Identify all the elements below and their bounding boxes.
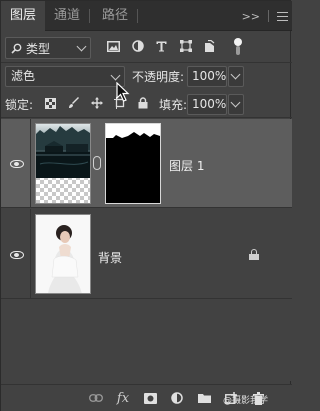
tab-divider bbox=[137, 9, 138, 23]
landscape-image bbox=[36, 124, 90, 178]
layer-thumbnail[interactable] bbox=[35, 214, 91, 294]
layers-panel: 图层 通道 路径 >> 类型 滤色 不透明度: 100% 锁定: 填充: 100… bbox=[0, 0, 292, 411]
add-mask-icon[interactable] bbox=[143, 391, 157, 405]
lock-transparent-icon[interactable] bbox=[44, 96, 57, 110]
eye-icon[interactable] bbox=[10, 251, 24, 259]
filter-toggle-switch[interactable] bbox=[234, 38, 242, 58]
layer-row-background[interactable]: 背景 bbox=[1, 209, 292, 299]
filter-icons bbox=[107, 39, 216, 53]
lock-row: 锁定: 填充: 100% bbox=[1, 92, 292, 116]
chevron-down-icon bbox=[110, 70, 121, 81]
chevron-down-icon bbox=[76, 41, 87, 52]
search-icon bbox=[11, 43, 22, 54]
lock-all-icon[interactable] bbox=[136, 96, 149, 110]
fx-icon[interactable]: fx bbox=[116, 391, 130, 406]
collapse-panel-button[interactable]: >> bbox=[242, 10, 260, 23]
smart-object-filter-icon[interactable] bbox=[203, 39, 216, 53]
opacity-label: 不透明度: bbox=[132, 70, 185, 84]
watermark-text: @摄影我学 bbox=[223, 396, 269, 406]
tab-layers[interactable]: 图层 bbox=[1, 1, 45, 31]
tab-channels[interactable]: 通道 bbox=[45, 1, 89, 31]
fill-dropdown-button[interactable] bbox=[228, 94, 244, 115]
layer-name[interactable]: 背景 bbox=[98, 249, 122, 266]
panel-menu-icon[interactable] bbox=[277, 11, 288, 21]
eye-icon[interactable] bbox=[10, 160, 24, 168]
tab-bar: 图层 通道 路径 >> bbox=[1, 1, 292, 31]
type-filter-icon[interactable] bbox=[155, 39, 168, 53]
layer-row-layer-1[interactable]: 图层 1 bbox=[1, 119, 292, 208]
new-group-icon[interactable] bbox=[197, 391, 211, 405]
tabbar-divider bbox=[268, 10, 269, 22]
mask-edge-shape bbox=[106, 132, 160, 158]
visibility-column bbox=[1, 119, 31, 207]
lock-position-icon[interactable] bbox=[90, 96, 103, 110]
opacity-input[interactable]: 100% bbox=[187, 66, 227, 87]
layer-lock-icon[interactable] bbox=[249, 249, 259, 260]
divider bbox=[1, 62, 292, 63]
layer-mask-thumbnail[interactable] bbox=[105, 123, 161, 204]
filter-kind-label: 类型 bbox=[26, 41, 51, 56]
tabbar-controls: >> bbox=[242, 1, 288, 31]
fill-input[interactable]: 100% bbox=[187, 94, 227, 115]
blend-row: 滤色 不透明度: 100% bbox=[1, 64, 292, 88]
chevron-down-icon bbox=[230, 97, 241, 108]
layer-thumbnail[interactable] bbox=[35, 123, 91, 204]
blend-mode-value: 滤色 bbox=[11, 69, 36, 83]
layer-name[interactable]: 图层 1 bbox=[169, 157, 204, 174]
tab-divider bbox=[89, 9, 90, 23]
bottom-toolbar: fx @摄影我学 bbox=[1, 384, 292, 411]
chevron-down-icon bbox=[230, 69, 241, 80]
mouse-cursor-icon bbox=[116, 82, 130, 102]
shape-filter-icon[interactable] bbox=[179, 39, 192, 53]
visibility-column bbox=[1, 209, 31, 298]
fill-label: 填充: bbox=[159, 98, 188, 112]
new-adjustment-icon[interactable] bbox=[170, 391, 184, 405]
image-filter-icon[interactable] bbox=[107, 39, 120, 53]
lock-icons bbox=[44, 96, 149, 110]
portrait-image bbox=[36, 215, 90, 293]
mask-link-icon[interactable] bbox=[93, 156, 101, 170]
layer-kind-filter-select[interactable]: 类型 bbox=[5, 37, 91, 59]
layers-list: 图层 1 背景 bbox=[1, 119, 292, 381]
lock-image-icon[interactable] bbox=[67, 96, 80, 110]
blend-mode-select[interactable]: 滤色 bbox=[5, 66, 125, 87]
lock-label: 锁定: bbox=[5, 98, 34, 112]
tab-paths[interactable]: 路径 bbox=[93, 1, 137, 31]
opacity-dropdown-button[interactable] bbox=[228, 66, 244, 87]
link-layers-icon[interactable] bbox=[89, 391, 103, 405]
divider bbox=[1, 117, 292, 118]
filter-row: 类型 bbox=[1, 35, 292, 61]
adjustment-filter-icon[interactable] bbox=[131, 39, 144, 53]
